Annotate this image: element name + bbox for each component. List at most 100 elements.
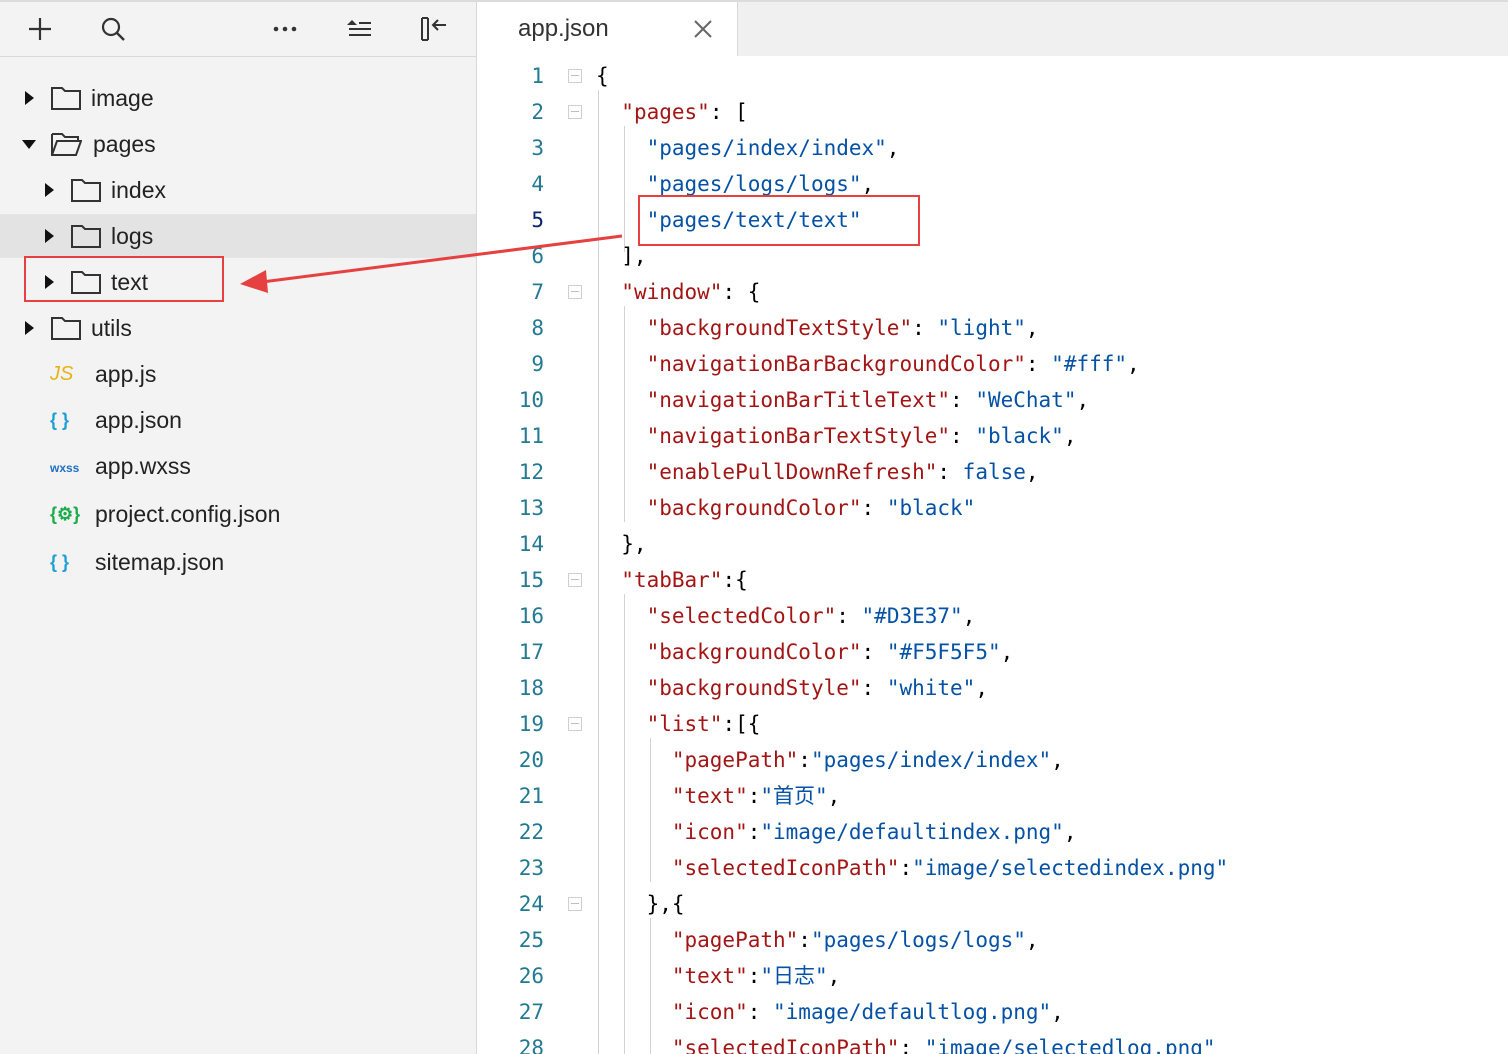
line-number: 15	[518, 568, 544, 592]
chevron-down-icon[interactable]	[20, 135, 38, 153]
code-line: "selectedIconPath": "image/selectedlog.p…	[671, 1036, 1216, 1054]
code-line: "text":"首页",	[671, 784, 841, 808]
line-number: 17	[518, 640, 544, 664]
line-number: 23	[518, 856, 544, 880]
line-number: 2	[531, 100, 544, 124]
highlight-box-pages-text	[638, 195, 920, 246]
folder-icon	[71, 225, 101, 248]
tree-item-label: project.config.json	[95, 501, 281, 527]
code-line: "backgroundStyle": "white",	[646, 676, 988, 700]
tree-item-app-json[interactable]: { } app.json	[0, 398, 476, 442]
code-line: },	[596, 532, 647, 556]
chevron-right-icon[interactable]	[20, 89, 38, 107]
tree-item-label: utils	[91, 315, 132, 341]
code-line: "window": {	[621, 280, 761, 304]
code-line: },{	[596, 892, 685, 916]
code-line: "pages/index/index",	[646, 136, 900, 160]
folder-icon	[51, 87, 81, 110]
line-number: 1	[531, 64, 544, 88]
code-line: "selectedColor": "#D3E37",	[646, 604, 976, 628]
fold-toggle-icon[interactable]	[568, 285, 582, 299]
code-line: {	[596, 64, 609, 88]
line-number: 26	[518, 964, 544, 988]
tree-item-label: logs	[111, 223, 154, 249]
file-explorer-sidebar: image pages index logs text utils JS app…	[0, 2, 477, 1054]
fold-toggle-icon[interactable]	[568, 717, 582, 731]
tree-item-image[interactable]: image	[0, 76, 476, 120]
line-number: 9	[531, 352, 544, 376]
line-number: 5	[531, 208, 544, 232]
tree-item-label: app.wxss	[95, 453, 191, 479]
code-line: "navigationBarTextStyle": "black",	[646, 424, 1077, 448]
tree-item-logs[interactable]: logs	[0, 214, 476, 258]
search-icon[interactable]	[98, 12, 128, 46]
tree-item-sitemap[interactable]: { } sitemap.json	[0, 540, 476, 584]
code-line: "pagePath":"pages/logs/logs",	[671, 928, 1039, 952]
code-line: "pagePath":"pages/index/index",	[671, 748, 1064, 772]
line-number: 6	[531, 244, 544, 268]
code-editor[interactable]: 1 {2 "pages": [ 3 "pages/index/index", 4 "p…	[478, 56, 1508, 1054]
config-file-icon: {⚙}	[50, 504, 81, 524]
tree-item-pages[interactable]: pages	[0, 122, 476, 166]
tree-item-index[interactable]: index	[0, 168, 476, 212]
tree-item-label: index	[111, 177, 166, 203]
line-number: 13	[518, 496, 544, 520]
line-number: 7	[531, 280, 544, 304]
line-number: 20	[518, 748, 544, 772]
fold-toggle-icon[interactable]	[568, 897, 582, 911]
code-line: "pages": [	[621, 100, 748, 124]
code-line: "navigationBarTitleText": "WeChat",	[646, 388, 1090, 412]
line-number: 4	[531, 172, 544, 196]
more-icon[interactable]	[270, 12, 300, 46]
fold-toggle-icon[interactable]	[568, 573, 582, 587]
tab-app-json[interactable]: app.json	[478, 2, 738, 57]
chevron-right-icon[interactable]	[20, 319, 38, 337]
close-icon[interactable]	[690, 16, 716, 42]
code-line: "backgroundTextStyle": "light",	[646, 316, 1039, 340]
tree-item-project-config[interactable]: {⚙} project.config.json	[0, 492, 476, 536]
line-number: 28	[518, 1036, 544, 1054]
tree-item-label: app.js	[95, 361, 157, 387]
tree-item-label: pages	[93, 131, 156, 157]
wxss-file-icon: wxss	[50, 461, 80, 475]
line-number: 24	[518, 892, 544, 916]
explorer-toolbar	[0, 2, 476, 57]
line-number: 22	[518, 820, 544, 844]
tree-item-app-wxss[interactable]: wxss app.wxss	[0, 444, 476, 488]
code-line: "backgroundColor": "black"	[646, 496, 976, 520]
tree-item-label: image	[91, 85, 154, 111]
js-file-icon: JS	[50, 363, 74, 385]
collapse-icon[interactable]	[418, 12, 448, 46]
tree-item-app-js[interactable]: JS app.js	[0, 352, 476, 396]
line-number: 25	[518, 928, 544, 952]
fold-toggle-icon[interactable]	[568, 105, 582, 119]
folder-icon	[71, 179, 101, 202]
code-line: "icon": "image/defaultlog.png",	[671, 1000, 1064, 1024]
chevron-right-icon[interactable]	[40, 181, 58, 199]
line-number: 14	[518, 532, 544, 556]
tab-label: app.json	[518, 15, 609, 42]
line-number: 19	[518, 712, 544, 736]
editor-tab-bar: app.json	[478, 2, 1508, 57]
tree-item-utils[interactable]: utils	[0, 306, 476, 350]
code-line: "icon":"image/defaultindex.png",	[671, 820, 1077, 844]
json-file-icon: { }	[50, 410, 70, 430]
highlight-box-text-folder	[24, 256, 224, 302]
tree-item-label: sitemap.json	[95, 549, 225, 575]
json-file-icon: { }	[50, 552, 70, 572]
line-number: 8	[531, 316, 544, 340]
code-line: "enablePullDownRefresh": false,	[646, 460, 1039, 484]
chevron-right-icon[interactable]	[40, 227, 58, 245]
code-line: "list":[{	[646, 712, 761, 736]
code-line: "text":"日志",	[671, 964, 841, 988]
fold-toggle-icon[interactable]	[568, 69, 582, 83]
add-icon[interactable]	[25, 12, 55, 46]
line-number: 10	[518, 388, 544, 412]
line-number: 3	[531, 136, 544, 160]
line-number: 21	[518, 784, 544, 808]
folder-icon	[51, 317, 81, 340]
code-line: "selectedIconPath":"image/selectedindex.…	[671, 856, 1229, 880]
code-line: "tabBar":{	[621, 568, 748, 592]
outline-icon[interactable]	[344, 12, 374, 46]
code-line: "backgroundColor": "#F5F5F5",	[646, 640, 1014, 664]
